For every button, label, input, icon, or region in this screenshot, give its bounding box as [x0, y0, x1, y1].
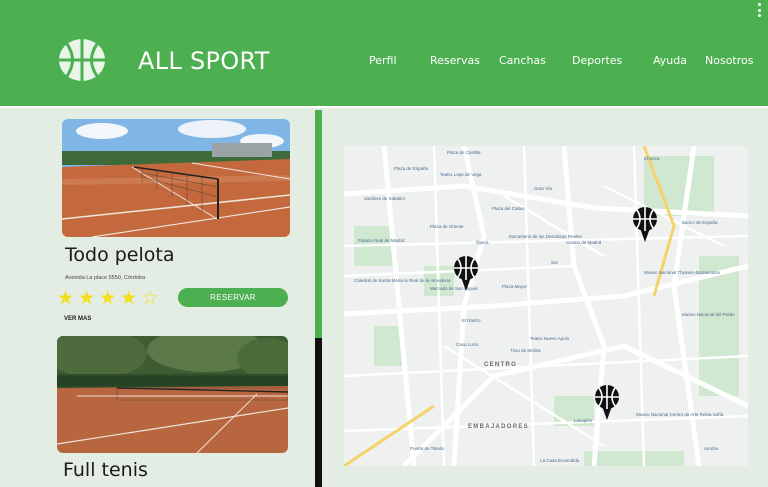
map-label: Teatro Lope de Vega: [440, 172, 482, 177]
nav-nosotros[interactable]: Nosotros: [705, 54, 753, 67]
map-label: Sol: [551, 260, 558, 265]
star-icon: ★: [78, 288, 96, 309]
basketball-logo-icon[interactable]: [58, 38, 106, 82]
map-label: Teatro Nuevo Apolo: [530, 336, 570, 341]
map-label: Catedral de Santa María la Real de la Al…: [354, 278, 451, 283]
card-title: Full tenis: [63, 459, 148, 481]
panel-divider-dark: [315, 338, 322, 487]
half-star-icon: ☆: [141, 288, 159, 309]
court-photo-clay-1[interactable]: [62, 119, 290, 237]
card-title: Todo pelota: [65, 244, 175, 266]
nav-reservas[interactable]: Reservas: [430, 54, 480, 67]
map-label: Plaza Mayor: [502, 284, 528, 289]
panel-divider: [315, 110, 322, 338]
map-label: Puerta de Toledo: [410, 446, 444, 451]
map-label: Chueca: [644, 156, 660, 161]
map-label: El Rastro: [462, 318, 481, 323]
map-label: Atocha: [704, 446, 719, 451]
court-location-marker[interactable]: [594, 384, 620, 422]
rating-stars: ★ ★ ★ ★ ☆: [57, 289, 158, 308]
map-label: La Casa Encendida: [540, 458, 580, 463]
app-header: ALL SPORT Perfil Reservas Canchas Deport…: [0, 0, 768, 108]
nav-ayuda[interactable]: Ayuda: [653, 54, 687, 67]
map-label: Museo Nacional Thyssen-Bornemisza: [644, 270, 720, 275]
nav-perfil[interactable]: Perfil: [369, 54, 397, 67]
map-label: Gran Vía: [534, 186, 553, 191]
map-label: Plaza de Oriente: [430, 224, 464, 229]
court-photo-clay-2[interactable]: [57, 336, 288, 453]
map-label: Ópera: [476, 240, 489, 245]
map-label: Museo Nacional Centro de Arte Reina Sofí…: [636, 412, 724, 417]
map-label: Plaza de Castilla: [447, 150, 481, 155]
court-location-marker[interactable]: [453, 255, 479, 293]
more-options-icon[interactable]: [758, 3, 762, 17]
star-icon: ★: [120, 288, 138, 309]
court-location-marker[interactable]: [632, 206, 658, 244]
map-label: Plaza de España: [394, 166, 429, 171]
map-district-label: EMBAJADORES: [468, 424, 529, 430]
nav-canchas[interactable]: Canchas: [499, 54, 546, 67]
map-label: Banco de España: [682, 220, 718, 225]
map-label: Casino de Madrid: [566, 240, 602, 245]
card-address: Avenida La place 5550, Córdoba: [65, 275, 146, 281]
map-label: Casa Lucio: [456, 342, 479, 347]
map-label: Monasterio de las Descalzas Reales: [509, 234, 582, 239]
reserve-button[interactable]: RESERVAR: [178, 288, 288, 307]
map-label: Palacio Real de Madrid: [358, 238, 405, 243]
star-icon: ★: [99, 288, 117, 309]
see-more-link[interactable]: VER MAS: [64, 316, 91, 322]
map-label: Plaza del Callao: [492, 206, 525, 211]
nav-deportes[interactable]: Deportes: [572, 54, 622, 67]
map-streets: [344, 146, 748, 466]
map-label: Museo Nacional del Prado: [682, 312, 735, 317]
map-view[interactable]: Plaza de Castilla Teatro Lope de Vega Pl…: [344, 146, 748, 466]
star-icon: ★: [57, 288, 75, 309]
map-district-label: CENTRO: [484, 362, 518, 368]
app-title: ALL SPORT: [138, 47, 270, 75]
map-label: Lavapiés: [574, 418, 593, 423]
map-label: Tirso de Molina: [510, 348, 541, 353]
map-label: Jardines de Sabatini: [364, 196, 405, 201]
